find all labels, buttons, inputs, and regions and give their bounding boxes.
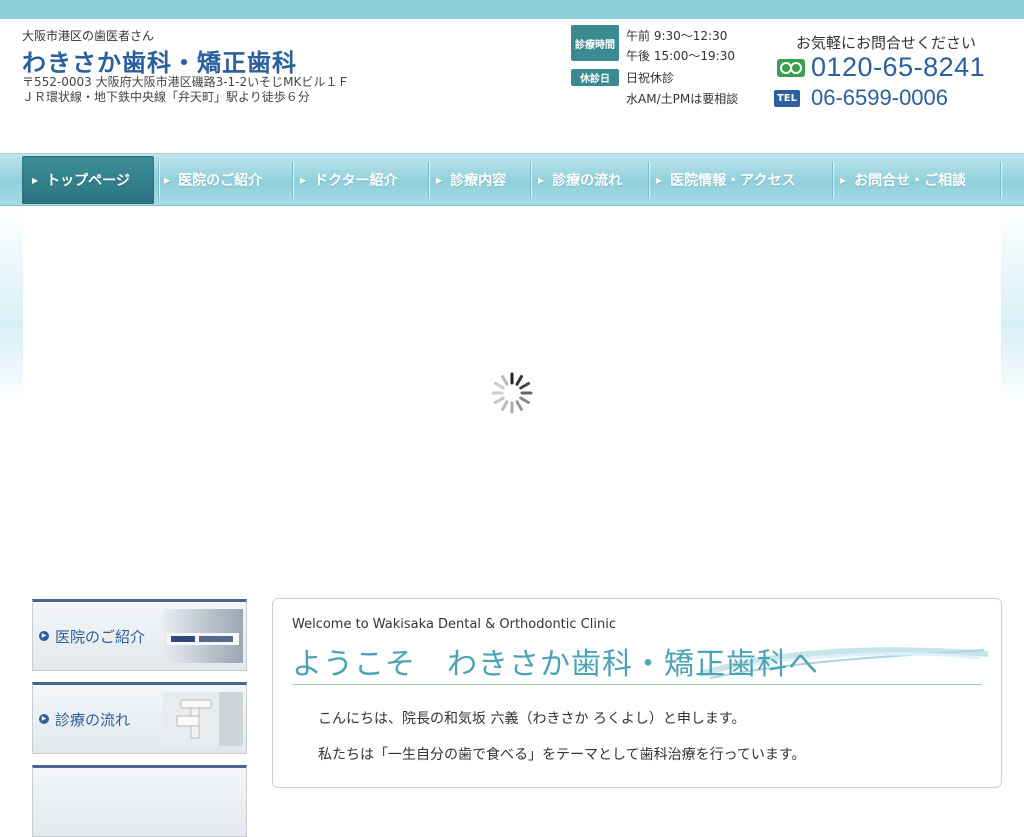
tel-icon: TEL	[774, 90, 800, 107]
address-line-1: 〒552-0003 大阪府大阪市港区磯路3-1-2いそじMKビル１Ｆ	[22, 75, 350, 89]
chevron-right-icon: ▶	[164, 175, 171, 185]
global-nav: ▶ トップページ ▶ 医院のご紹介 ▶ ドクター紹介 ▶ 診療内容 ▶ 診療の流…	[0, 153, 1024, 206]
closed-text: 日祝休診 水AM/土PMは要相談	[626, 68, 738, 110]
clinic-sign-photo	[163, 609, 243, 663]
loading-spinner-icon	[491, 372, 533, 414]
nav-item-treatment[interactable]: ▶ 診療内容	[436, 154, 528, 206]
welcome-subtitle: Welcome to Wakisaka Dental & Orthodontic…	[292, 617, 616, 632]
nav-label: トップページ	[46, 173, 130, 189]
chevron-right-icon: ▶	[538, 175, 545, 185]
nav-label: 診療内容	[450, 173, 507, 189]
sidebar-card-label: 診療の流れ	[55, 711, 131, 729]
closed-note: 水AM/土PMは要相談	[626, 92, 739, 106]
nav-item-about[interactable]: ▶ 医院のご紹介	[164, 154, 290, 206]
nav-label: 医院情報・アクセス	[670, 173, 796, 189]
free-dial-number[interactable]: 0120-65-8241	[811, 52, 985, 83]
chevron-right-icon: ▶	[840, 175, 847, 185]
nav-item-top[interactable]: ▶ トップページ	[22, 156, 154, 204]
nav-item-access[interactable]: ▶ 医院情報・アクセス	[656, 154, 830, 206]
nav-divider	[832, 162, 834, 198]
play-bullet-icon: ▶	[39, 714, 49, 724]
closed-badge: 休診日	[571, 69, 619, 86]
chevron-right-icon: ▶	[436, 175, 443, 185]
nav-label: 医院のご紹介	[178, 173, 263, 189]
nav-label: ドクター紹介	[314, 173, 398, 189]
chevron-right-icon: ▶	[300, 175, 307, 185]
site-tagline: 大阪市港区の歯医者さん	[22, 29, 155, 43]
free-dial-icon	[777, 59, 805, 77]
site-logo-title[interactable]: わきさか歯科・矯正歯科	[22, 43, 297, 78]
dental-xray-machine-photo	[163, 692, 243, 746]
nav-label: お問合せ・ご相談	[854, 173, 967, 189]
nav-item-doctor[interactable]: ▶ ドクター紹介	[300, 154, 426, 206]
contact-title: お気軽にお問合せください	[796, 34, 977, 52]
nav-divider	[648, 162, 650, 198]
sidebar-card-about[interactable]: ▶ 医院のご紹介	[32, 599, 247, 671]
nav-divider	[292, 162, 294, 198]
nav-item-flow[interactable]: ▶ 診療の流れ	[538, 154, 646, 206]
nav-divider	[530, 162, 532, 198]
nav-divider	[1000, 162, 1002, 198]
hours-text: 午前 9:30〜12:30 午後 15:00〜19:30	[626, 26, 735, 66]
address-line-2: ＪＲ環状線・地下鉄中央線「弁天町」駅より徒歩６分	[22, 90, 310, 104]
clinic-address: 〒552-0003 大阪府大阪市港区磯路3-1-2いそじMKビル１Ｆ ＪＲ環状線…	[22, 75, 349, 105]
chevron-right-icon: ▶	[656, 175, 663, 185]
hours-morning: 午前 9:30〜12:30	[626, 29, 728, 43]
sidebar-card-next[interactable]	[32, 765, 247, 837]
sidebar-card-label: 医院のご紹介	[55, 628, 146, 646]
chevron-right-icon: ▶	[32, 175, 39, 185]
sidebar-card-flow[interactable]: ▶ 診療の流れ	[32, 682, 247, 754]
tel-number[interactable]: 06-6599-0006	[811, 85, 948, 111]
nav-item-contact[interactable]: ▶ お問合せ・ご相談	[840, 154, 1000, 206]
top-accent-bar	[0, 0, 1024, 19]
nav-divider	[158, 162, 160, 198]
intro-paragraph-1: こんにちは、院長の和気坂 六義（わきさか ろくよし）と申します。	[318, 711, 746, 727]
hours-badge: 診療時間	[571, 25, 619, 61]
nav-divider	[428, 162, 430, 198]
intro-paragraph-2: 私たちは「一生自分の歯で食べる」をテーマとして歯科治療を行っています。	[318, 747, 806, 763]
play-bullet-icon: ▶	[39, 631, 49, 641]
heading-divider	[292, 684, 982, 685]
hours-afternoon: 午後 15:00〜19:30	[626, 49, 735, 63]
welcome-heading: ようこそ わきさか歯科・矯正歯科へ	[292, 647, 819, 682]
closed-days: 日祝休診	[626, 71, 675, 85]
nav-label: 診療の流れ	[552, 173, 623, 189]
